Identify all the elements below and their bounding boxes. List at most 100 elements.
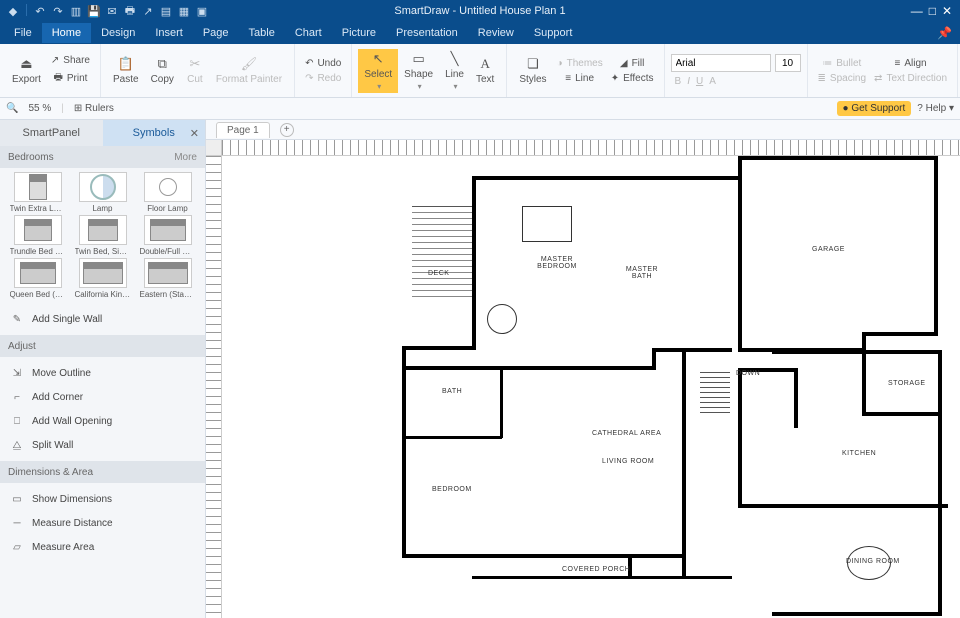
add-corner-button[interactable]: ⌐Add Corner [0,385,205,409]
ruler-vertical[interactable] [206,156,222,618]
symbol-twin-bed[interactable]: Twin Bed, Singl... [71,215,134,256]
menu-picture[interactable]: Picture [332,23,386,43]
font-name-input[interactable] [671,54,771,72]
add-wall-opening-button[interactable]: ⎕Add Wall Opening [0,409,205,433]
export-icon[interactable]: ↗ [141,4,155,18]
menu-support[interactable]: Support [524,23,583,43]
label-bath: BATH [442,388,462,395]
page-tab-1[interactable]: Page 1 [216,122,270,138]
menubar: File Home Design Insert Page Table Chart… [0,22,960,44]
tab-symbols[interactable]: Symbols✕ [103,120,206,146]
label-living: LIVING ROOM [602,458,654,465]
symbol-trundle-bed[interactable]: Trundle Bed (D... [6,215,69,256]
doc2-icon[interactable]: ▦ [177,4,191,18]
paste-button[interactable]: 📋Paste [107,54,145,87]
zoom-icon[interactable]: 🔍 [6,103,18,114]
canvas-area: Page 1 + [206,120,960,618]
doc-icon[interactable]: ▤ [159,4,173,18]
print-button[interactable]: 🖶Print [47,69,94,88]
shape-button[interactable]: ▭Shape [398,49,439,93]
font-color-button[interactable]: A [709,76,716,87]
redo-icon: ↷ [305,73,313,84]
help-button[interactable]: ? Help ▾ [917,103,954,114]
styles-button[interactable]: ❏Styles [513,54,552,87]
menu-presentation[interactable]: Presentation [386,23,468,43]
measure-distance-button[interactable]: ─Measure Distance [0,511,205,535]
menu-review[interactable]: Review [468,23,524,43]
close-icon[interactable]: ✕ [190,127,199,140]
text-icon: A [477,56,493,72]
save-icon[interactable]: 💾 [87,4,101,18]
more-button[interactable]: More [174,152,197,163]
underline-button[interactable]: U [696,76,703,87]
redo-icon[interactable]: ↷ [51,4,65,18]
symbol-twin-extra-long[interactable]: Twin Extra Lon... [6,172,69,213]
symbol-california-king[interactable]: California King... [71,258,134,299]
minimize-button[interactable]: — [911,4,923,18]
copy-button[interactable]: ⧉Copy [145,54,180,87]
app-icon[interactable]: ◆ [6,4,20,18]
new-icon[interactable]: ▥ [69,4,83,18]
symbol-grid: Twin Extra Lon... Lamp Floor Lamp Trundl… [0,168,205,303]
menu-file[interactable]: File [4,23,42,43]
close-button[interactable]: ✕ [942,4,952,18]
symbol-eastern-king[interactable]: Eastern (Stand... [136,258,199,299]
add-single-wall-button[interactable]: ✎Add Single Wall [0,307,205,331]
cursor-icon: ↖ [370,51,386,67]
cut-button[interactable]: ✂Cut [180,54,210,87]
font-size-input[interactable] [775,54,801,72]
move-outline-button[interactable]: ⇲Move Outline [0,361,205,385]
undo-icon[interactable]: ↶ [33,4,47,18]
tab-smartpanel[interactable]: SmartPanel [0,120,103,146]
pin-icon[interactable]: 📌 [937,26,952,40]
text-button[interactable]: AText [470,54,500,87]
line-style-button[interactable]: ≡Line [553,72,607,85]
themes-icon: ◑ [557,58,563,69]
menu-chart[interactable]: Chart [285,23,332,43]
format-painter-button[interactable]: 🖌Format Painter [210,54,288,87]
rulers-toggle[interactable]: ⊞ Rulers [74,103,114,114]
redo-button[interactable]: ↷Redo [301,72,345,85]
drawing-canvas[interactable]: DECK MASTER BEDROOM MASTER BATH GARAGE S… [222,156,960,618]
format-painter-icon: 🖌 [241,56,257,72]
fill-button[interactable]: ◢Fill [607,57,658,70]
zoom-level[interactable]: 55 % [28,103,51,114]
quick-access-toolbar: ◆ ↶ ↷ ▥ 💾 ✉ 🖶 ↗ ▤ ▦ ▣ [0,4,209,18]
doc3-icon[interactable]: ▣ [195,4,209,18]
ruler-corner [206,140,222,156]
text-direction-button[interactable]: ⇄Text Direction [870,72,951,85]
menu-page[interactable]: Page [193,23,239,43]
menu-home[interactable]: Home [42,23,91,43]
bold-button[interactable]: B [675,76,682,87]
italic-button[interactable]: I [687,76,690,87]
maximize-button[interactable]: □ [929,4,936,18]
spacing-button[interactable]: ≣Spacing [814,72,871,85]
symbol-double-bed[interactable]: Double/Full Be... [136,215,199,256]
show-dimensions-button[interactable]: ▭Show Dimensions [0,487,205,511]
print-icon[interactable]: 🖶 [123,4,137,18]
symbol-lamp[interactable]: Lamp [71,172,134,213]
menu-design[interactable]: Design [91,23,145,43]
label-kitchen: KITCHEN [842,450,876,457]
get-support-button[interactable]: ● Get Support [837,101,912,116]
add-page-button[interactable]: + [280,123,294,137]
bullet-button[interactable]: ≔Bullet [814,57,871,70]
sub-toolbar: 🔍 55 % | ⊞ Rulers ● Get Support ? Help ▾ [0,98,960,120]
mail-icon[interactable]: ✉ [105,4,119,18]
align-button[interactable]: ≡Align [870,57,951,70]
undo-button[interactable]: ↶Undo [301,57,345,70]
symbol-floor-lamp[interactable]: Floor Lamp [136,172,199,213]
ruler-horizontal[interactable] [222,140,960,156]
symbol-queen-bed[interactable]: Queen Bed (80... [6,258,69,299]
select-button[interactable]: ↖Select [358,49,398,93]
effects-button[interactable]: ✦Effects [607,72,658,85]
split-wall-button[interactable]: ⧋Split Wall [0,433,205,457]
export-button[interactable]: ⏏Export [6,54,47,87]
line-button[interactable]: ╲Line [439,49,470,93]
menu-table[interactable]: Table [239,23,285,43]
measure-area-button[interactable]: ▱Measure Area [0,535,205,559]
floor-plan[interactable]: DECK MASTER BEDROOM MASTER BATH GARAGE S… [302,156,942,616]
menu-insert[interactable]: Insert [145,23,193,43]
share-button[interactable]: ↗Share [47,54,94,67]
themes-button[interactable]: ◑Themes [553,57,607,70]
